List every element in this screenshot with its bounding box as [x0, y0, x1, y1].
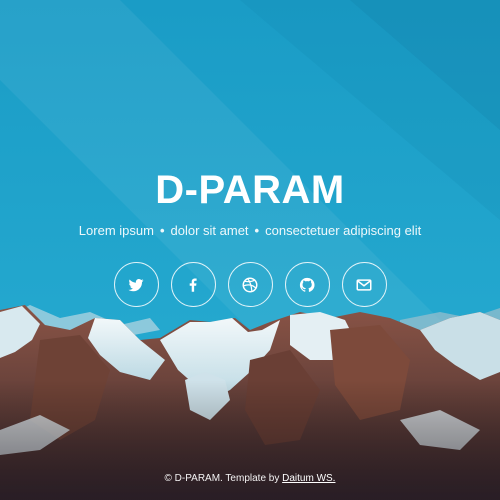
tagline: Lorem ipsum • dolor sit amet • consectetuer …: [0, 222, 500, 240]
footer: © D-PARAM. Template by Daitum WS.: [0, 472, 500, 486]
facebook-button[interactable]: [170, 262, 216, 307]
tagline-part: dolor sit amet: [170, 223, 249, 238]
twitter-button[interactable]: [113, 262, 159, 307]
mail-icon: [356, 278, 372, 291]
copyright-text: © D-PARAM. Template by: [164, 473, 283, 484]
credit-link[interactable]: Daitum WS.: [282, 473, 335, 484]
tagline-separator: •: [159, 223, 165, 238]
tagline-part: Lorem ipsum: [78, 223, 154, 238]
dribbble-button[interactable]: [227, 262, 273, 307]
social-links: [0, 262, 500, 307]
twitter-icon: [128, 278, 144, 291]
tagline-separator: •: [254, 223, 260, 238]
facebook-icon: [189, 277, 197, 292]
page: D-PARAM Lorem ipsum • dolor sit amet • conse…: [0, 0, 500, 500]
github-button[interactable]: [284, 262, 330, 307]
tagline-part: consectetuer adipiscing elit: [265, 223, 422, 238]
site-title: D-PARAM: [155, 168, 345, 212]
hero: D-PARAM Lorem ipsum • dolor sit amet • conse…: [0, 0, 500, 500]
github-icon: [299, 277, 315, 292]
mail-button[interactable]: [341, 262, 387, 307]
dribbble-icon: [242, 277, 258, 292]
